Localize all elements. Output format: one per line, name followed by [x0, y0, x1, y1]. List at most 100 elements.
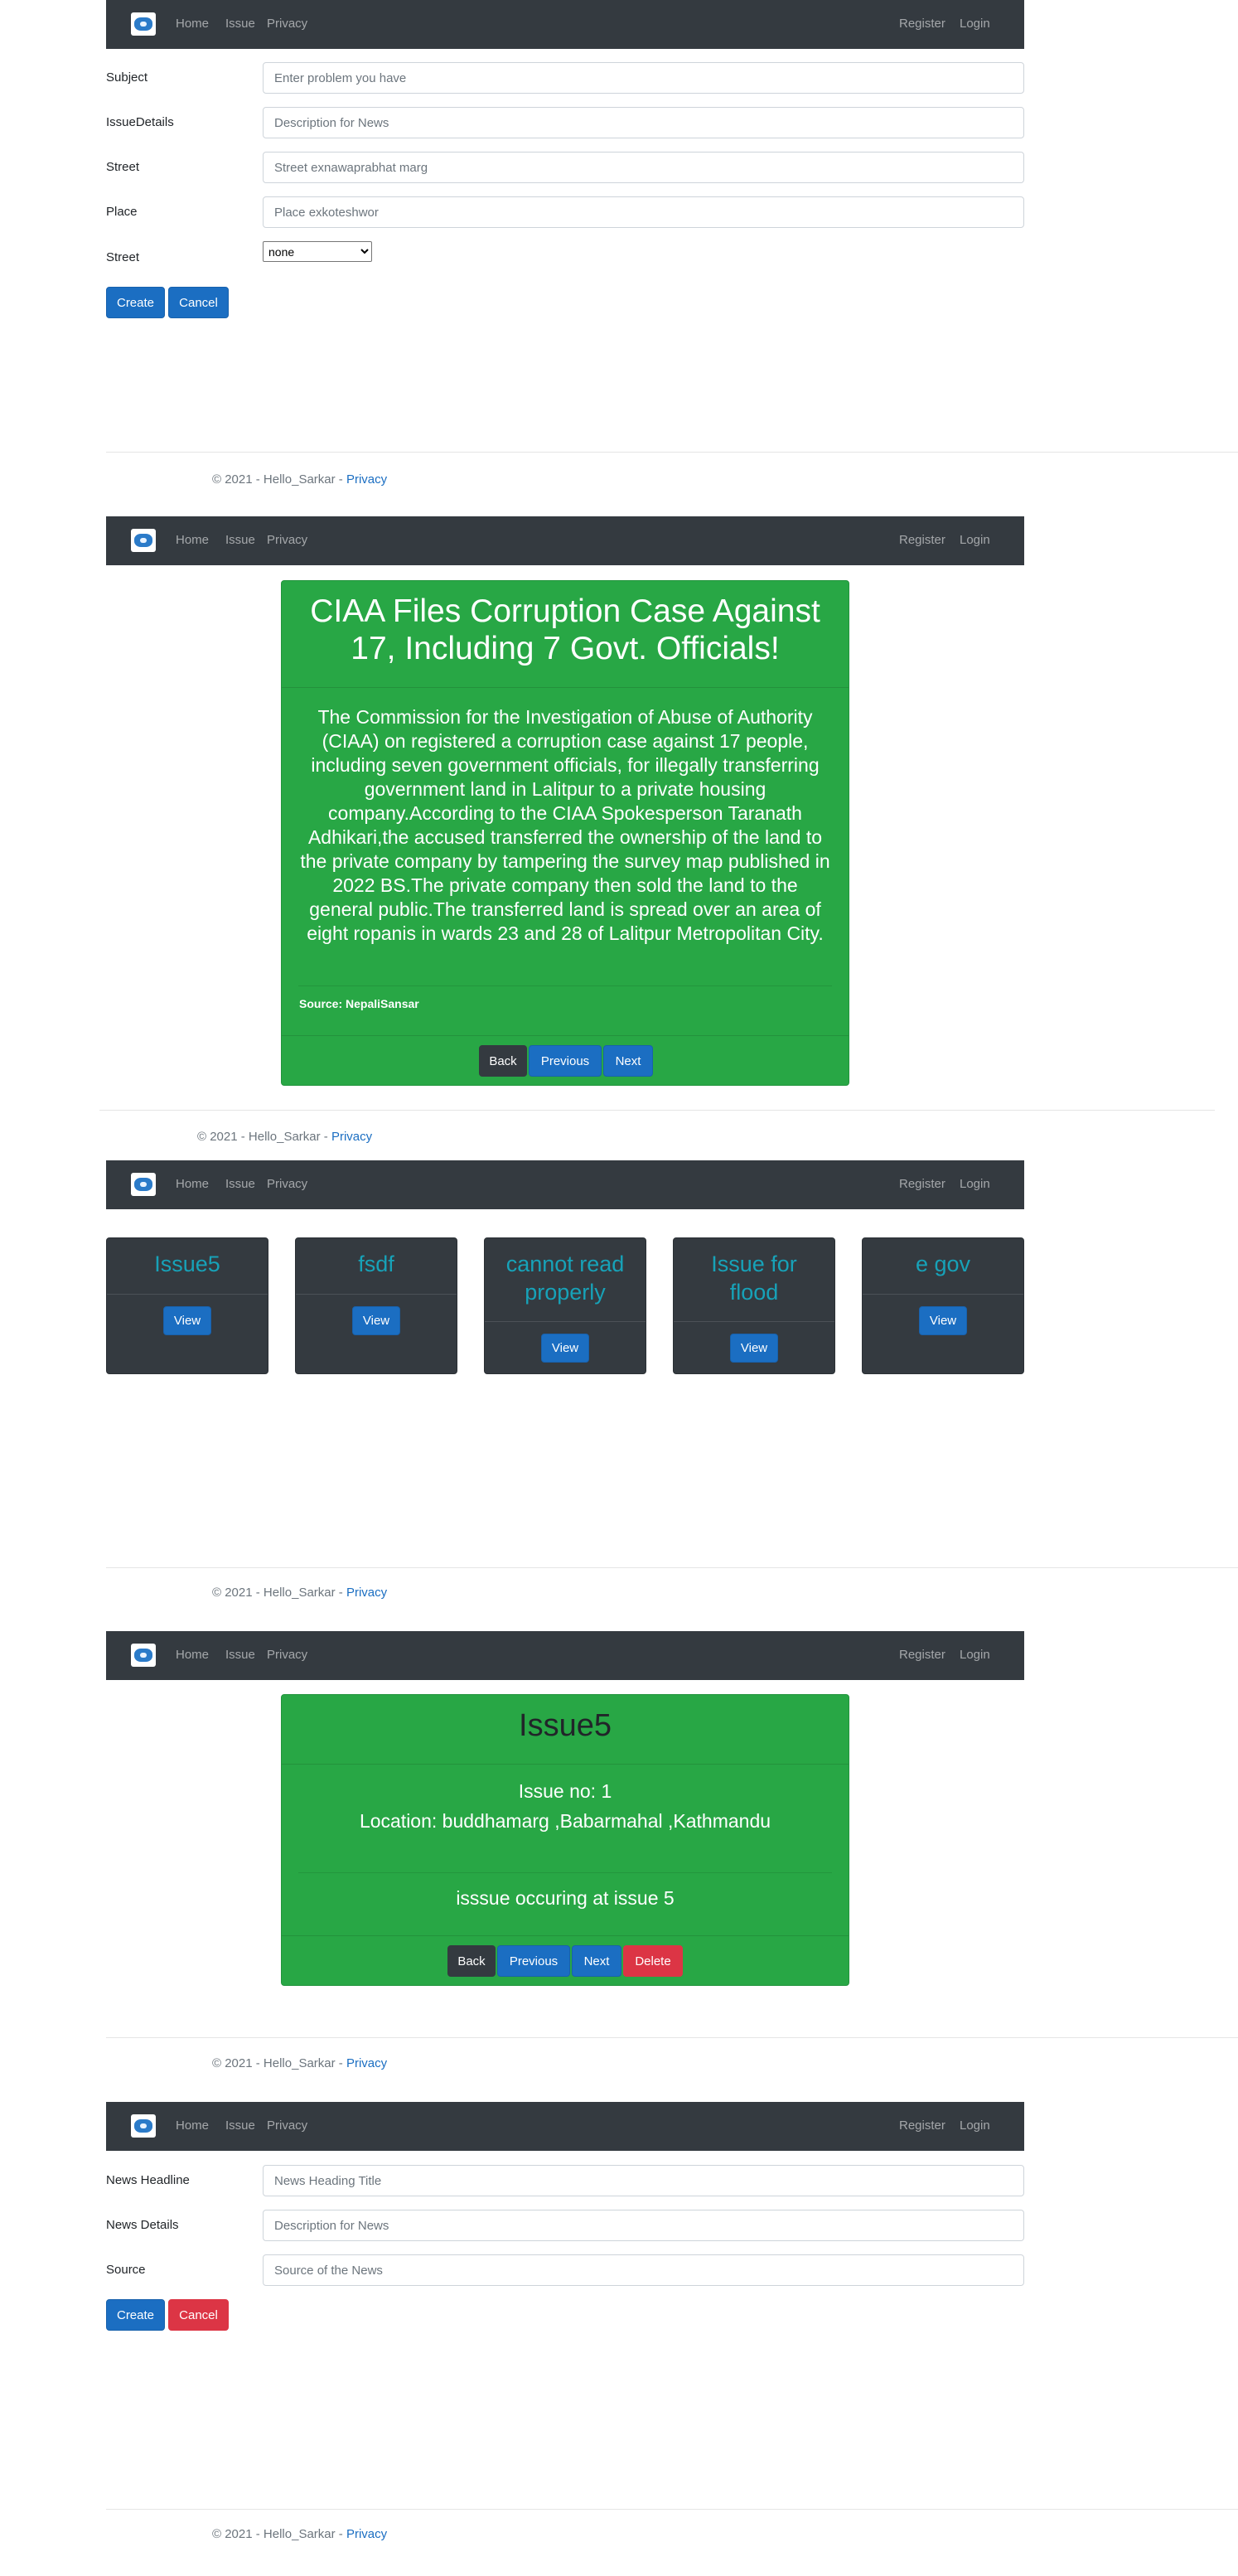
view-button[interactable]: View	[919, 1306, 967, 1335]
card-divider	[282, 1935, 849, 1936]
news-body: The Commission for the Investigation of …	[300, 706, 830, 944]
footer: © 2021 - Hello_Sarkar - Privacy	[197, 1130, 372, 1144]
street-input[interactable]	[263, 152, 1024, 183]
create-button[interactable]: Create	[106, 2299, 165, 2331]
source-input[interactable]	[263, 2254, 1024, 2286]
subject-label: Subject	[106, 70, 148, 85]
back-button[interactable]: Back	[479, 1045, 527, 1077]
footer-privacy-link[interactable]: Privacy	[331, 1130, 372, 1144]
body-divider	[298, 985, 832, 986]
issue-location: Location: buddhamarg ,Babarmahal ,Kathma…	[359, 1810, 771, 1832]
source-label: Source	[106, 2263, 146, 2277]
issue-card: Issue5 View	[106, 1237, 268, 1374]
nav-privacy-link[interactable]: Privacy	[267, 533, 307, 547]
footer-privacy-link[interactable]: Privacy	[346, 2056, 387, 2070]
view-button[interactable]: View	[541, 1334, 589, 1363]
card-divider	[282, 1764, 849, 1765]
nav-login-link[interactable]: Login	[960, 17, 990, 31]
nav-issue-link[interactable]: Issue	[225, 17, 255, 31]
view-button[interactable]: View	[352, 1306, 400, 1335]
place-label: Place	[106, 205, 138, 219]
issue-list-page: Home Issue Privacy Register Login Issue5…	[0, 1160, 1238, 1633]
nav-issue-link[interactable]: Issue	[225, 533, 255, 547]
footer: © 2021 - Hello_Sarkar - Privacy	[212, 2527, 387, 2541]
nav-home-link[interactable]: Home	[176, 533, 209, 547]
nav-issue-link[interactable]: Issue	[225, 1648, 255, 1662]
street-label: Street	[106, 160, 140, 174]
nav-home-link[interactable]: Home	[176, 17, 209, 31]
create-button[interactable]: Create	[106, 287, 165, 318]
card-divider	[485, 1321, 646, 1322]
news-create-page: Home Issue Privacy Register Login News H…	[0, 2102, 1238, 2576]
nav-privacy-link[interactable]: Privacy	[267, 17, 307, 31]
nav-login-link[interactable]: Login	[960, 533, 990, 547]
issue-description: isssue occuring at issue 5	[456, 1887, 675, 1909]
footer-divider	[106, 2037, 1238, 2038]
nav-login-link[interactable]: Login	[960, 1648, 990, 1662]
next-button[interactable]: Next	[572, 1945, 621, 1977]
nav-home-link[interactable]: Home	[176, 2118, 209, 2133]
news-details-input[interactable]	[263, 2210, 1024, 2241]
nav-home-link[interactable]: Home	[176, 1648, 209, 1662]
news-card: CIAA Files Corruption Case Against 17, I…	[281, 580, 849, 1086]
logo-icon[interactable]	[131, 2114, 156, 2138]
issue-details-label: IssueDetails	[106, 115, 174, 129]
nav-register-link[interactable]: Register	[899, 17, 945, 31]
nav-register-link[interactable]: Register	[899, 1648, 945, 1662]
news-details-label: News Details	[106, 2218, 179, 2232]
issue-card-title: cannot read properly	[505, 1252, 625, 1305]
footer-privacy-link[interactable]: Privacy	[346, 2527, 387, 2541]
cancel-button[interactable]: Cancel	[168, 2299, 229, 2331]
place-input[interactable]	[263, 196, 1024, 228]
previous-button[interactable]: Previous	[529, 1045, 602, 1077]
nav-register-link[interactable]: Register	[899, 533, 945, 547]
cancel-button[interactable]: Cancel	[168, 287, 229, 318]
issue-card-title: Issue for flood	[711, 1252, 797, 1305]
navbar: Home Issue Privacy Register Login	[106, 1160, 1024, 1209]
footer-divider	[106, 452, 1238, 453]
nav-login-link[interactable]: Login	[960, 2118, 990, 2133]
logo-icon[interactable]	[131, 12, 156, 36]
view-button[interactable]: View	[730, 1334, 778, 1363]
card-divider	[107, 1294, 268, 1295]
nav-register-link[interactable]: Register	[899, 2118, 945, 2133]
street-select[interactable]: none	[263, 241, 372, 262]
next-button[interactable]: Next	[603, 1045, 653, 1077]
issue-card: e gov View	[862, 1237, 1024, 1374]
issue-card: cannot read properly View	[484, 1237, 646, 1374]
previous-button[interactable]: Previous	[497, 1945, 570, 1977]
nav-issue-link[interactable]: Issue	[225, 2118, 255, 2133]
nav-home-link[interactable]: Home	[176, 1177, 209, 1191]
issue-detail-page: Home Issue Privacy Register Login Issue5…	[0, 1631, 1238, 2104]
navbar: Home Issue Privacy Register Login	[106, 0, 1024, 49]
footer-privacy-link[interactable]: Privacy	[346, 472, 387, 487]
footer-text: © 2021 - Hello_Sarkar -	[212, 2056, 346, 2070]
footer: © 2021 - Hello_Sarkar - Privacy	[212, 1586, 387, 1600]
footer-divider	[106, 1567, 1238, 1568]
nav-login-link[interactable]: Login	[960, 1177, 990, 1191]
footer-text: © 2021 - Hello_Sarkar -	[212, 472, 346, 487]
issue-card: Issue for flood View	[673, 1237, 835, 1374]
logo-icon[interactable]	[131, 1644, 156, 1667]
issue-details-input[interactable]	[263, 107, 1024, 138]
nav-privacy-link[interactable]: Privacy	[267, 1648, 307, 1662]
issue-create-page: Home Issue Privacy Register Login Subjec…	[0, 0, 1238, 514]
nav-register-link[interactable]: Register	[899, 1177, 945, 1191]
delete-button[interactable]: Delete	[623, 1945, 683, 1977]
card-divider	[674, 1321, 834, 1322]
subject-input[interactable]	[263, 62, 1024, 94]
card-divider	[296, 1294, 457, 1295]
back-button[interactable]: Back	[447, 1945, 496, 1977]
issue-card: fsdf View	[295, 1237, 457, 1374]
nav-privacy-link[interactable]: Privacy	[267, 2118, 307, 2133]
logo-icon[interactable]	[131, 529, 156, 552]
footer-text: © 2021 - Hello_Sarkar -	[197, 1130, 331, 1144]
issue-card-title: fsdf	[358, 1252, 394, 1276]
logo-icon[interactable]	[131, 1173, 156, 1196]
card-divider	[282, 687, 849, 688]
view-button[interactable]: View	[163, 1306, 211, 1335]
nav-issue-link[interactable]: Issue	[225, 1177, 255, 1191]
news-headline-input[interactable]	[263, 2165, 1024, 2196]
nav-privacy-link[interactable]: Privacy	[267, 1177, 307, 1191]
footer-privacy-link[interactable]: Privacy	[346, 1586, 387, 1600]
